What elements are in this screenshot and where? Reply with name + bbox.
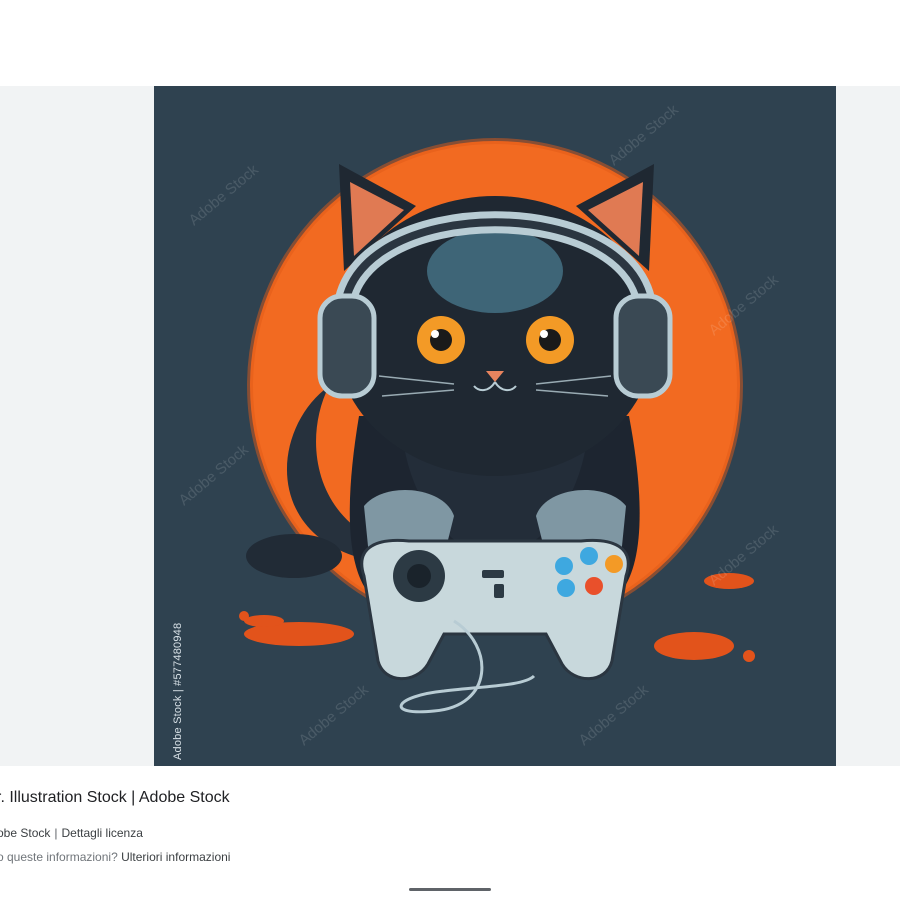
- license-details-link[interactable]: Dettagli licenza: [62, 826, 143, 840]
- controller-button-blue-left: [555, 557, 573, 575]
- image-panel-right-margin: [836, 86, 900, 766]
- result-title[interactable]: r. Illustration Stock | Adobe Stock: [0, 789, 230, 807]
- source-name[interactable]: obe Stock: [0, 826, 50, 840]
- cat-paw-left-back: [246, 534, 342, 578]
- image-panel-left-margin: [0, 86, 154, 766]
- controller-button-red: [585, 577, 603, 595]
- preview-image[interactable]: Adobe Stock Adobe Stock Adobe Stock Adob…: [154, 86, 836, 766]
- top-bar: [0, 0, 900, 86]
- source-line: obe Stock | Dettagli licenza: [0, 826, 143, 840]
- drag-handle[interactable]: [409, 888, 491, 891]
- headphone-earcup-left: [317, 293, 377, 399]
- more-info-link[interactable]: Ulteriori informazioni: [121, 850, 230, 864]
- stock-id-label: Adobe Stock | #577480948: [172, 622, 184, 760]
- cat-gamer-illustration: Adobe Stock Adobe Stock Adobe Stock Adob…: [154, 86, 836, 766]
- controller-button-blue-top: [580, 547, 598, 565]
- info-line: o queste informazioni? Ulteriori informa…: [0, 850, 230, 864]
- separator: |: [54, 826, 58, 840]
- controller-button-orange: [605, 555, 623, 573]
- info-question: o queste informazioni?: [0, 850, 118, 864]
- headphone-earcup-right: [613, 293, 673, 399]
